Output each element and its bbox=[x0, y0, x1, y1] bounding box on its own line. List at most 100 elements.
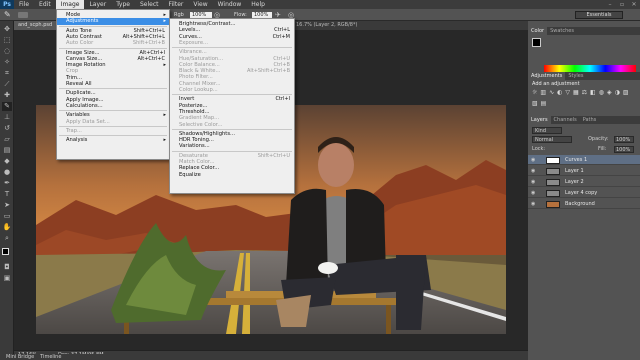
menu-edit[interactable]: Edit bbox=[34, 0, 56, 9]
menu-item-label: Trim... bbox=[66, 74, 82, 81]
lasso-tool-icon[interactable]: ◌ bbox=[2, 47, 12, 56]
menu-file[interactable]: File bbox=[14, 0, 34, 9]
menu-item-label: Color Balance... bbox=[179, 61, 220, 68]
channel-mixer-icon[interactable]: ◈ bbox=[607, 89, 612, 97]
menu-item-label: Black & White... bbox=[179, 68, 221, 75]
layer-row[interactable]: ◉ Layer 4 copy bbox=[528, 188, 640, 198]
brush-tool-icon[interactable]: ✎ bbox=[2, 102, 12, 111]
menu-separator bbox=[59, 25, 167, 27]
menu-window[interactable]: Window bbox=[213, 0, 247, 9]
eyedropper-tool-icon[interactable]: ⟋ bbox=[2, 80, 12, 89]
menu-select[interactable]: Select bbox=[135, 0, 164, 9]
dodge-tool-icon[interactable]: ● bbox=[2, 168, 12, 177]
adjustments-item-variations[interactable]: Variations... bbox=[170, 143, 294, 150]
menu-item-label: Duplicate... bbox=[66, 90, 96, 97]
minimize-icon[interactable]: – bbox=[604, 0, 616, 9]
screen-mode-icon[interactable]: ▣ bbox=[2, 274, 12, 283]
workspace-switcher[interactable]: Essentials bbox=[575, 11, 623, 19]
menu-item-label: HDR Toning... bbox=[179, 137, 214, 144]
layer-row[interactable]: ◉ Curves 1 bbox=[528, 155, 640, 165]
image-menu-item-auto-color[interactable]: Auto Color Shift+Ctrl+B bbox=[57, 40, 169, 47]
hue-sat-icon[interactable]: ▦ bbox=[573, 89, 579, 97]
adjustments-item-equalize[interactable]: Equalize bbox=[170, 172, 294, 179]
layer-opacity-field[interactable]: 100% bbox=[614, 136, 634, 143]
layer-fill-field[interactable]: 100% bbox=[614, 146, 634, 153]
color-balance-icon[interactable]: ⚖ bbox=[582, 89, 587, 97]
color-spectrum-ramp[interactable] bbox=[544, 65, 636, 72]
tab-adjustments[interactable]: Adjustments bbox=[528, 72, 566, 80]
exposure-icon[interactable]: ◐ bbox=[557, 89, 562, 97]
brush-tool-icon[interactable]: ✎ bbox=[4, 10, 13, 19]
visibility-eye-icon[interactable]: ◉ bbox=[531, 199, 537, 209]
layer-filter-kind[interactable]: Kind bbox=[532, 127, 562, 134]
menu-view[interactable]: View bbox=[188, 0, 212, 9]
gradient-tool-icon[interactable]: ▤ bbox=[2, 146, 12, 155]
threshold-icon[interactable]: ▧ bbox=[532, 100, 538, 108]
eraser-tool-icon[interactable]: ▱ bbox=[2, 135, 12, 144]
marquee-tool-icon[interactable]: ⬚ bbox=[2, 36, 12, 45]
black-white-icon[interactable]: ◧ bbox=[590, 89, 596, 97]
image-menu-item-adjustments[interactable]: Adjustments ▸ bbox=[57, 18, 169, 26]
tab-paths[interactable]: Paths bbox=[580, 116, 600, 124]
image-menu-item-analysis[interactable]: Analysis ▸ bbox=[57, 137, 169, 144]
layer-row[interactable]: ◉ Background bbox=[528, 199, 640, 209]
layer-name: Layer 2 bbox=[565, 179, 584, 185]
visibility-eye-icon[interactable]: ◉ bbox=[531, 155, 537, 165]
visibility-eye-icon[interactable]: ◉ bbox=[531, 166, 537, 176]
crop-tool-icon[interactable]: ⌗ bbox=[2, 69, 12, 78]
close-window-icon[interactable]: ✕ bbox=[628, 0, 640, 9]
image-menu-item-reveal-all[interactable]: Reveal All bbox=[57, 81, 169, 88]
gradient-map-icon[interactable]: ▤ bbox=[541, 100, 547, 108]
menu-item-label: Selective Color... bbox=[179, 121, 223, 128]
adjustments-item-exposure[interactable]: Exposure... bbox=[170, 40, 294, 47]
fg-color-chip[interactable] bbox=[532, 38, 541, 47]
blur-tool-icon[interactable]: ◆ bbox=[2, 157, 12, 166]
posterize-icon[interactable]: ▨ bbox=[623, 89, 629, 97]
quick-select-tool-icon[interactable]: ✧ bbox=[2, 58, 12, 67]
menu-image[interactable]: Image bbox=[55, 0, 85, 9]
visibility-eye-icon[interactable]: ◉ bbox=[531, 188, 537, 198]
layer-thumbnail bbox=[546, 189, 560, 197]
brush-preset-picker[interactable] bbox=[18, 12, 28, 18]
menu-type[interactable]: Type bbox=[111, 0, 135, 9]
layer-row[interactable]: ◉ Layer 1 bbox=[528, 166, 640, 176]
quick-mask-icon[interactable]: ◘ bbox=[2, 263, 12, 272]
vibrance-icon[interactable]: ▽ bbox=[565, 89, 570, 97]
restore-icon[interactable]: ▫ bbox=[616, 0, 628, 9]
foreground-color-swatch[interactable] bbox=[2, 248, 9, 255]
move-tool-icon[interactable]: ✥ bbox=[2, 25, 12, 34]
adjustments-item-color-lookup[interactable]: Color Lookup... bbox=[170, 87, 294, 94]
blend-mode-select[interactable]: Normal bbox=[532, 136, 572, 143]
brightness-icon[interactable]: ☼ bbox=[532, 89, 537, 97]
pen-tool-icon[interactable]: ✒ bbox=[2, 179, 12, 188]
curves-icon[interactable]: ∿ bbox=[549, 89, 554, 97]
menu-help[interactable]: Help bbox=[246, 0, 270, 9]
photo-filter-icon[interactable]: ◍ bbox=[599, 89, 604, 97]
tab-mini-bridge[interactable]: Mini Bridge bbox=[6, 354, 34, 360]
zoom-tool-icon[interactable]: ⌕ bbox=[2, 234, 12, 243]
tab-styles[interactable]: Styles bbox=[565, 72, 586, 80]
visibility-eye-icon[interactable]: ◉ bbox=[531, 177, 537, 187]
path-select-tool-icon[interactable]: ➤ bbox=[2, 201, 12, 210]
tab-timeline[interactable]: Timeline bbox=[40, 354, 61, 360]
tab-layers[interactable]: Layers bbox=[528, 116, 551, 124]
image-menu-item-apply-data-set[interactable]: Apply Data Set... bbox=[57, 119, 169, 126]
tab-color[interactable]: Color bbox=[528, 27, 548, 35]
healing-brush-tool-icon[interactable]: ✚ bbox=[2, 91, 12, 100]
menu-layer[interactable]: Layer bbox=[84, 0, 111, 9]
type-tool-icon[interactable]: T bbox=[2, 190, 12, 199]
adjustments-item-selective-color[interactable]: Selective Color... bbox=[170, 122, 294, 129]
tab-swatches[interactable]: Swatches bbox=[547, 27, 577, 35]
history-brush-tool-icon[interactable]: ↺ bbox=[2, 124, 12, 133]
image-menu-item-trap[interactable]: Trap... bbox=[57, 128, 169, 135]
tab-channels[interactable]: Channels bbox=[551, 116, 580, 124]
invert-icon[interactable]: ◑ bbox=[615, 89, 620, 97]
menu-filter[interactable]: Filter bbox=[164, 0, 189, 9]
clone-stamp-tool-icon[interactable]: ⊥ bbox=[2, 113, 12, 122]
levels-icon[interactable]: ▥ bbox=[540, 89, 546, 97]
shape-tool-icon[interactable]: ▭ bbox=[2, 212, 12, 221]
layer-row[interactable]: ◉ Layer 2 bbox=[528, 177, 640, 187]
color-panel-tabs: Color Swatches bbox=[528, 27, 640, 35]
hand-tool-icon[interactable]: ✋ bbox=[2, 223, 12, 232]
image-menu-item-calculations[interactable]: Calculations... bbox=[57, 103, 169, 110]
